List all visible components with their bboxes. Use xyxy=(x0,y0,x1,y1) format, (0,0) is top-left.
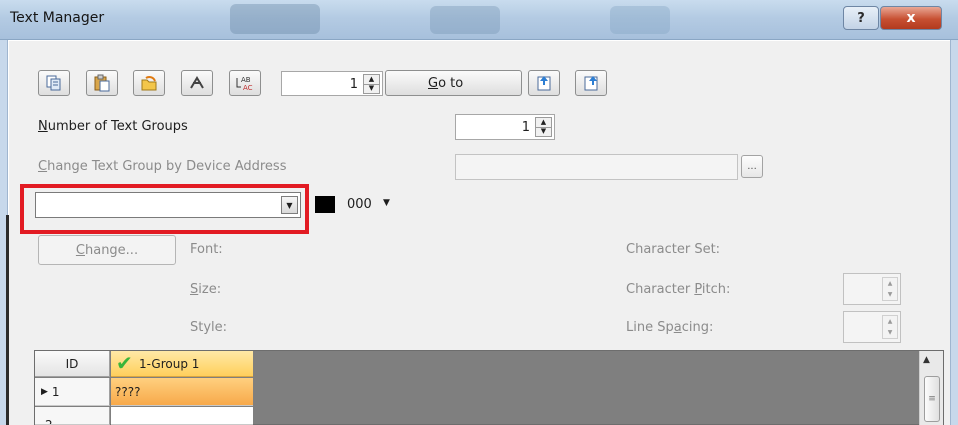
copy-button[interactable] xyxy=(38,70,70,96)
number-of-groups-text: umber of Text Groups xyxy=(47,119,188,134)
size-text: ize: xyxy=(198,282,222,297)
copy-icon xyxy=(46,75,61,91)
chevron-down-icon[interactable]: ▼ xyxy=(281,196,298,214)
export-icon xyxy=(190,76,204,89)
group-count-value: 1 xyxy=(521,120,530,135)
scrollbar-thumb[interactable]: ≡ xyxy=(924,376,940,422)
change-by-address-text: hange Text Group by Device Address xyxy=(47,159,287,174)
group-count-stepper[interactable]: 1 ▲ ▼ xyxy=(455,114,555,140)
title-bar: Text Manager ? x xyxy=(0,0,958,40)
character-pitch-post: itch: xyxy=(701,282,731,297)
id-column-header[interactable]: ID xyxy=(35,351,110,377)
character-pitch-stepper: ▲ ▼ xyxy=(843,273,901,305)
current-row-marker-icon: ▶ xyxy=(41,386,48,397)
delete-group-icon xyxy=(584,76,598,91)
change-font-accelerator: C xyxy=(75,242,85,258)
device-address-field xyxy=(455,154,738,180)
page-number-stepper[interactable]: 1 ▲ ▼ xyxy=(281,71,383,96)
grid-cell[interactable] xyxy=(111,407,253,425)
svg-text:AB: AB xyxy=(241,76,251,84)
line-spacing-post: cing: xyxy=(681,320,714,335)
import-button[interactable] xyxy=(133,70,165,96)
window-frame-right xyxy=(950,40,958,425)
line-spacing-label: Line Spacing: xyxy=(626,320,713,335)
line-spacing-stepper: ▲ ▼ xyxy=(843,311,901,343)
change-by-address-accelerator: C xyxy=(38,159,48,174)
style-label: Style: xyxy=(190,320,228,335)
background-decoration xyxy=(610,6,670,34)
background-decoration xyxy=(430,6,500,34)
text-color-swatch[interactable] xyxy=(315,196,335,213)
checkmark-icon: ✔ xyxy=(116,351,133,375)
export-button[interactable] xyxy=(181,70,213,96)
import-icon xyxy=(141,75,157,91)
font-dropdown[interactable]: ▼ xyxy=(35,192,301,218)
window-title: Text Manager xyxy=(10,10,105,26)
change-by-address-label: Change Text Group by Device Address xyxy=(38,159,286,174)
go-to-label: o to xyxy=(438,75,464,91)
paste-button[interactable] xyxy=(86,70,118,96)
browse-address-button: ... xyxy=(741,155,763,178)
font-label: Font: xyxy=(190,242,223,257)
row-header[interactable]: ▶ 1 xyxy=(35,378,110,406)
help-button[interactable]: ? xyxy=(843,6,879,30)
background-decoration xyxy=(230,4,320,34)
grid-vertical-scrollbar[interactable]: ▲ ≡ xyxy=(919,351,943,425)
line-spacing-spin-buttons: ▲ ▼ xyxy=(882,315,898,339)
character-pitch-label: Character Pitch: xyxy=(626,282,730,297)
character-set-label: Character Set: xyxy=(626,242,721,257)
row-header[interactable]: 2 xyxy=(35,407,110,425)
svg-text:AC: AC xyxy=(243,84,253,92)
row-id: 2 xyxy=(45,418,53,425)
translate-icon: AB AC xyxy=(236,76,253,92)
number-of-groups-label: Number of Text Groups xyxy=(38,119,188,134)
character-pitch-spin-buttons: ▲ ▼ xyxy=(882,277,898,301)
character-pitch-accelerator: P xyxy=(694,282,702,297)
change-font-button: Change... xyxy=(38,235,176,265)
go-to-button[interactable]: Go to xyxy=(385,70,522,96)
row-id: 1 xyxy=(51,384,60,399)
scroll-up-icon[interactable]: ▲ xyxy=(923,355,930,365)
line-spacing-accelerator: a xyxy=(673,320,682,335)
add-group-icon xyxy=(537,76,551,91)
paste-icon xyxy=(94,74,110,92)
delete-group-button[interactable] xyxy=(575,70,607,96)
translate-button[interactable]: AB AC xyxy=(229,70,261,96)
line-spacing-pre: Line Sp xyxy=(626,320,674,335)
grid-cell[interactable]: ???? xyxy=(111,378,253,406)
page-number-spin-buttons[interactable]: ▲ ▼ xyxy=(363,74,380,94)
page-number-value: 1 xyxy=(349,77,358,92)
color-dropdown-arrow-icon[interactable]: ▼ xyxy=(383,198,390,208)
number-of-groups-accelerator: N xyxy=(38,119,48,134)
size-label: Size: xyxy=(190,282,221,297)
close-button[interactable]: x xyxy=(880,6,942,30)
change-font-label: hange... xyxy=(84,242,139,258)
character-pitch-pre: Character xyxy=(626,282,695,297)
add-group-button[interactable] xyxy=(528,70,560,96)
go-to-accelerator: G xyxy=(428,75,439,91)
text-color-value[interactable]: 000 xyxy=(347,197,372,212)
group-count-spin-buttons[interactable]: ▲ ▼ xyxy=(535,117,552,137)
